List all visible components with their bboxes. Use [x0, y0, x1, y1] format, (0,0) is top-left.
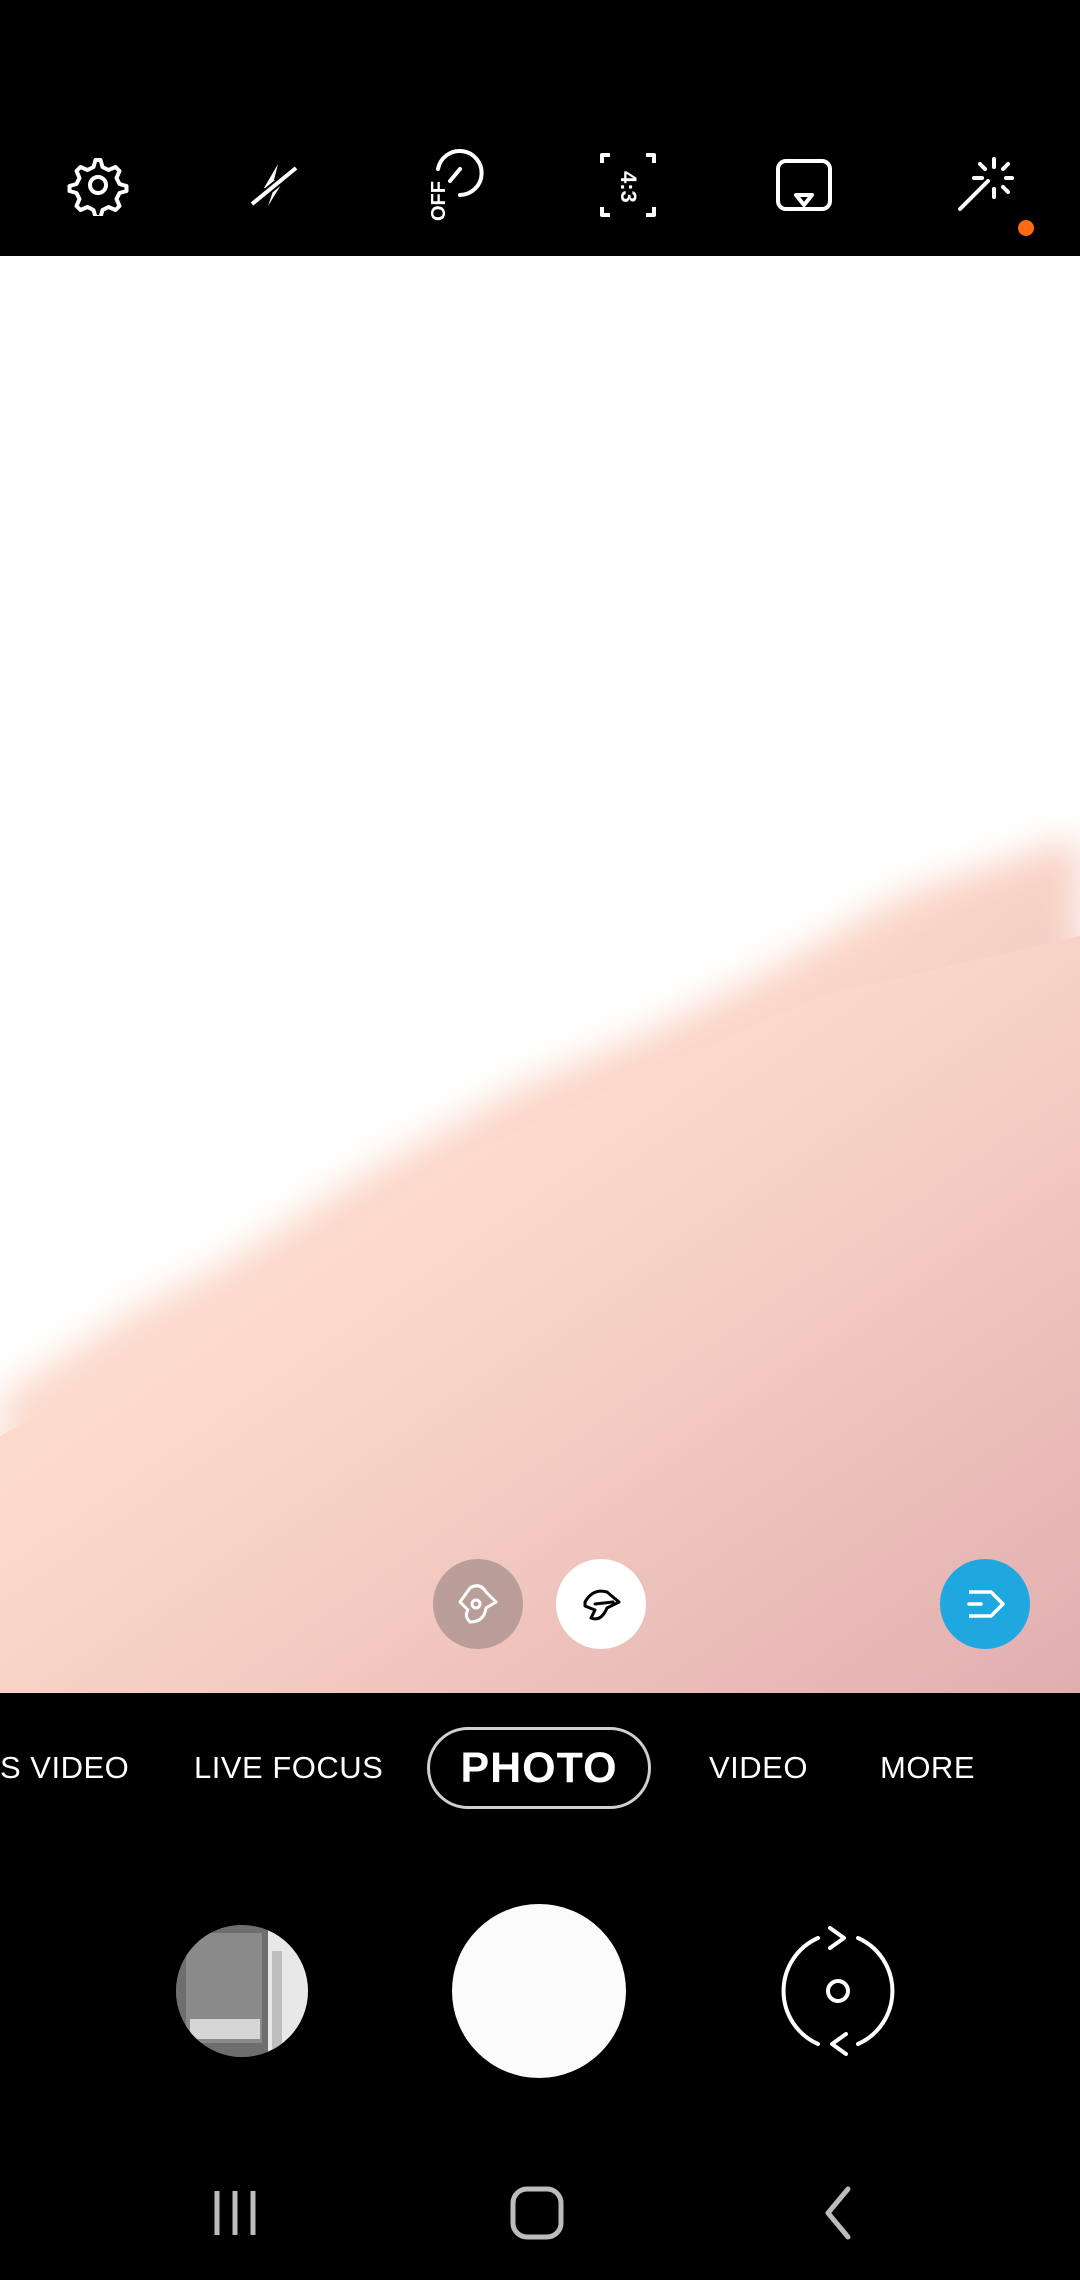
- capture-controls: [0, 1843, 1080, 2143]
- motion-photo-button[interactable]: [756, 137, 852, 233]
- motion-photo-icon: [776, 159, 832, 211]
- preview-image: [0, 256, 1080, 1693]
- recent-apps-icon: [214, 2191, 256, 2235]
- camera-viewfinder[interactable]: [0, 256, 1080, 1693]
- recent-apps-button[interactable]: [175, 2168, 295, 2258]
- camera-top-bar: OFF 4:3: [0, 0, 1080, 256]
- scene-optimizer-icon: [458, 1584, 498, 1624]
- timer-off-icon: OFF: [428, 149, 484, 221]
- flash-off-icon: [249, 164, 299, 208]
- switch-camera-icon: [781, 1926, 895, 2056]
- aspect-ratio-button[interactable]: 4:3: [580, 137, 676, 233]
- new-feature-dot: [1018, 220, 1034, 236]
- scene-optimizer-active-icon: [583, 1589, 621, 1621]
- bixby-vision-icon: [967, 1590, 1005, 1618]
- mode-video[interactable]: VIDEO: [709, 1693, 808, 1843]
- filters-effects-icon: [958, 157, 1014, 211]
- camera-mode-selector: S VIDEO LIVE FOCUS PHOTO VIDEO MORE: [0, 1693, 1080, 1843]
- gallery-thumbnail[interactable]: [176, 1925, 308, 2057]
- scene-optimizer-active-button[interactable]: [556, 1559, 646, 1649]
- timer-label: OFF: [428, 181, 450, 221]
- flash-button[interactable]: [225, 137, 321, 233]
- back-icon: [825, 2186, 851, 2240]
- settings-button[interactable]: [50, 137, 146, 233]
- settings-icon: [67, 158, 129, 216]
- mode-more[interactable]: MORE: [880, 1693, 975, 1843]
- scene-optimizer-button[interactable]: [433, 1559, 523, 1649]
- aspect-ratio-icon: 4:3: [600, 153, 656, 217]
- home-icon: [510, 2186, 564, 2240]
- mode-live-focus[interactable]: LIVE FOCUS: [194, 1693, 383, 1843]
- filters-button[interactable]: [934, 137, 1030, 233]
- mode-photo[interactable]: PHOTO: [427, 1727, 651, 1809]
- shutter-button[interactable]: [452, 1904, 626, 2078]
- switch-camera-button[interactable]: [770, 1918, 906, 2064]
- back-button[interactable]: [778, 2168, 898, 2258]
- home-button[interactable]: [477, 2168, 597, 2258]
- system-navigation-bar: [0, 2143, 1080, 2280]
- timer-button[interactable]: OFF: [402, 137, 498, 233]
- gallery-preview-image: [176, 1925, 308, 2057]
- ratio-label: 4:3: [616, 171, 641, 203]
- mode-s-video[interactable]: S VIDEO: [0, 1693, 129, 1843]
- bixby-vision-button[interactable]: [940, 1559, 1030, 1649]
